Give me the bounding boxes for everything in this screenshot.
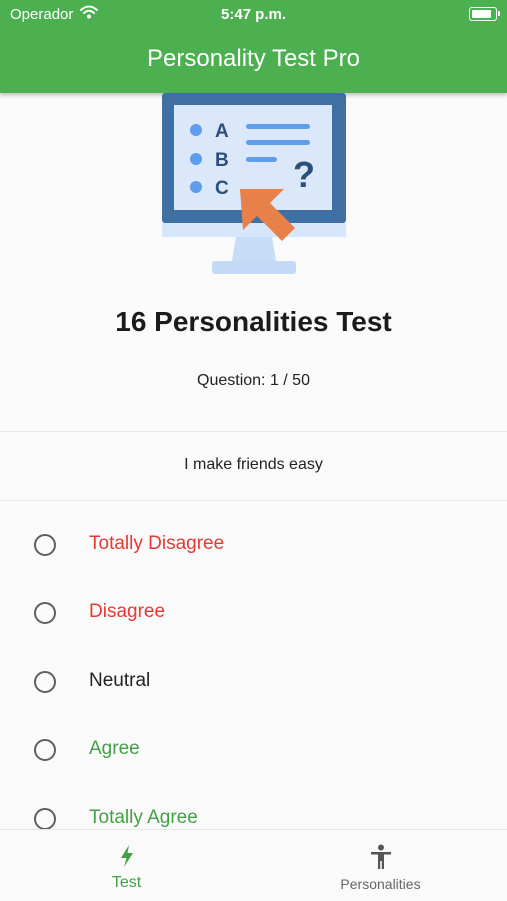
computer-quiz-illustration: A B C ? xyxy=(160,93,348,279)
question-progress: Question: 1 / 50 xyxy=(197,372,310,389)
option-label: Neutral xyxy=(89,670,151,691)
nav-label-test: Test xyxy=(111,874,142,891)
option-label: Totally Agree xyxy=(89,807,198,828)
radio-button[interactable] xyxy=(34,602,56,624)
battery-fill xyxy=(472,10,491,18)
option-neutral[interactable]: Neutral xyxy=(0,654,507,710)
person-standing-icon xyxy=(369,844,393,875)
letter-c: C xyxy=(215,178,229,199)
letter-a: A xyxy=(215,121,229,142)
battery-icon xyxy=(469,7,500,21)
radio-button[interactable] xyxy=(34,808,56,830)
bolt-icon xyxy=(118,844,136,873)
radio-button[interactable] xyxy=(34,534,56,556)
nav-item-test[interactable]: Test xyxy=(0,830,253,901)
app-bar: Operador 5:47 p.m. Personality Test Pro xyxy=(0,0,507,93)
option-disagree[interactable]: Disagree xyxy=(0,585,507,641)
option-label: Disagree xyxy=(89,601,166,622)
question-mark: ? xyxy=(293,154,315,195)
app-title: Personality Test Pro xyxy=(147,45,360,72)
page-title: 16 Personalities Test xyxy=(115,306,392,337)
bottom-navigation: Test Personalities xyxy=(0,829,507,901)
radio-button[interactable] xyxy=(34,671,56,693)
divider xyxy=(0,431,507,432)
nav-item-personalities[interactable]: Personalities xyxy=(254,830,507,901)
option-totally-disagree[interactable]: Totally Disagree xyxy=(0,517,507,573)
question-text: I make friends easy xyxy=(184,456,323,473)
status-bar: Operador 5:47 p.m. xyxy=(0,0,507,28)
option-label: Agree xyxy=(89,738,140,759)
option-label: Totally Disagree xyxy=(89,533,225,554)
nav-label-personalities: Personalities xyxy=(340,876,421,892)
option-agree[interactable]: Agree xyxy=(0,722,507,778)
letter-b: B xyxy=(215,150,229,171)
divider xyxy=(0,500,507,501)
radio-button[interactable] xyxy=(34,739,56,761)
clock: 5:47 p.m. xyxy=(220,6,287,23)
